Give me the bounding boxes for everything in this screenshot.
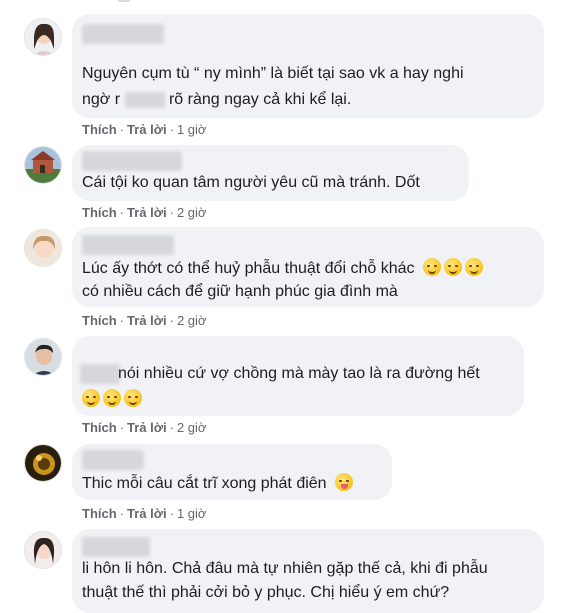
reply-button[interactable]: Trả lời	[127, 122, 167, 137]
reply-button[interactable]: Trả lời	[127, 506, 167, 521]
comment-bubble: Nguyên cụm tù “ ny mình” là biết tại sao…	[72, 14, 544, 118]
reply-button[interactable]: Trả lời	[127, 205, 167, 220]
face-emoji-icon	[422, 258, 441, 276]
author-name[interactable]	[82, 235, 174, 255]
comment-actions: Thích · Trả lời · 1 giờ	[82, 506, 207, 521]
face-emoji-icon	[103, 389, 121, 407]
avatar[interactable]	[24, 531, 62, 569]
comment-bubble: Cái tội ko quan tâm người yêu cũ mà trán…	[72, 145, 469, 201]
comment-text: nói nhiều cứ vợ chồng mà mày tao là ra đ…	[118, 365, 480, 382]
comment-actions: Thích · Trả lời · 2 giờ	[82, 420, 207, 435]
author-name[interactable]	[82, 450, 144, 470]
author-name[interactable]	[82, 24, 164, 44]
avatar[interactable]	[24, 338, 62, 376]
previous-comment-edge	[0, 0, 580, 8]
timestamp[interactable]: 2 giờ	[177, 420, 207, 435]
face-emoji-icon	[443, 258, 462, 276]
like-button[interactable]: Thích	[82, 420, 117, 435]
like-button[interactable]: Thích	[82, 313, 117, 328]
timestamp[interactable]: 2 giờ	[177, 205, 207, 220]
comment-bubble: Lúc ấy thớt có thể huỷ phẫu thuật đổi ch…	[72, 227, 544, 307]
timestamp[interactable]: 2 giờ	[177, 313, 207, 328]
author-name[interactable]	[82, 537, 150, 557]
comment-bubble: nói nhiều cứ vợ chồng mà mày tao là ra đ…	[72, 336, 524, 416]
comment-text: Thic mỗi câu cắt trĩ xong phát điên	[82, 470, 356, 498]
comment-text: có nhiều cách để giữ hạnh phúc gia đình …	[82, 283, 398, 300]
avatar[interactable]	[24, 146, 62, 184]
reply-button[interactable]: Trả lời	[127, 313, 167, 328]
comment-actions: Thích · Trả lời · 2 giờ	[82, 313, 207, 328]
comment-text: Cái tội ko quan tâm người yêu cũ mà trán…	[82, 174, 420, 191]
comment-text: thuật thế thì phải cởi bỏ y phục. Chị hi…	[82, 584, 450, 601]
author-name[interactable]	[82, 151, 182, 171]
like-button[interactable]: Thích	[82, 122, 117, 137]
comment-bubble: Thic mỗi câu cắt trĩ xong phát điên	[72, 444, 392, 500]
comment-actions: Thích · Trả lời · 2 giờ	[82, 205, 207, 220]
like-button[interactable]: Thích	[82, 506, 117, 521]
redacted-word	[124, 91, 165, 108]
avatar[interactable]	[24, 444, 62, 482]
face-emoji-icon	[82, 389, 100, 407]
face-emoji-icon	[464, 258, 483, 276]
comment-text: ngờ r rõ ràng ngay cả khi kể lại.	[82, 91, 352, 108]
face-emoji-icon	[124, 389, 142, 407]
tongue-emoji-icon	[335, 473, 354, 491]
like-button[interactable]: Thích	[82, 205, 117, 220]
comment-text	[82, 386, 145, 414]
author-name[interactable]	[80, 364, 120, 384]
avatar[interactable]	[24, 229, 62, 267]
comment-bubble: li hôn li hôn. Chả đâu mà tự nhiên gặp t…	[72, 529, 544, 613]
comment-actions: Thích · Trả lời · 1 giờ	[82, 122, 207, 137]
timestamp[interactable]: 1 giờ	[177, 122, 207, 137]
comment-text: Nguyên cụm tù “ ny mình” là biết tại sao…	[82, 65, 464, 82]
avatar[interactable]	[24, 18, 62, 56]
timestamp[interactable]: 1 giờ	[177, 506, 207, 521]
reply-button[interactable]: Trả lời	[127, 420, 167, 435]
